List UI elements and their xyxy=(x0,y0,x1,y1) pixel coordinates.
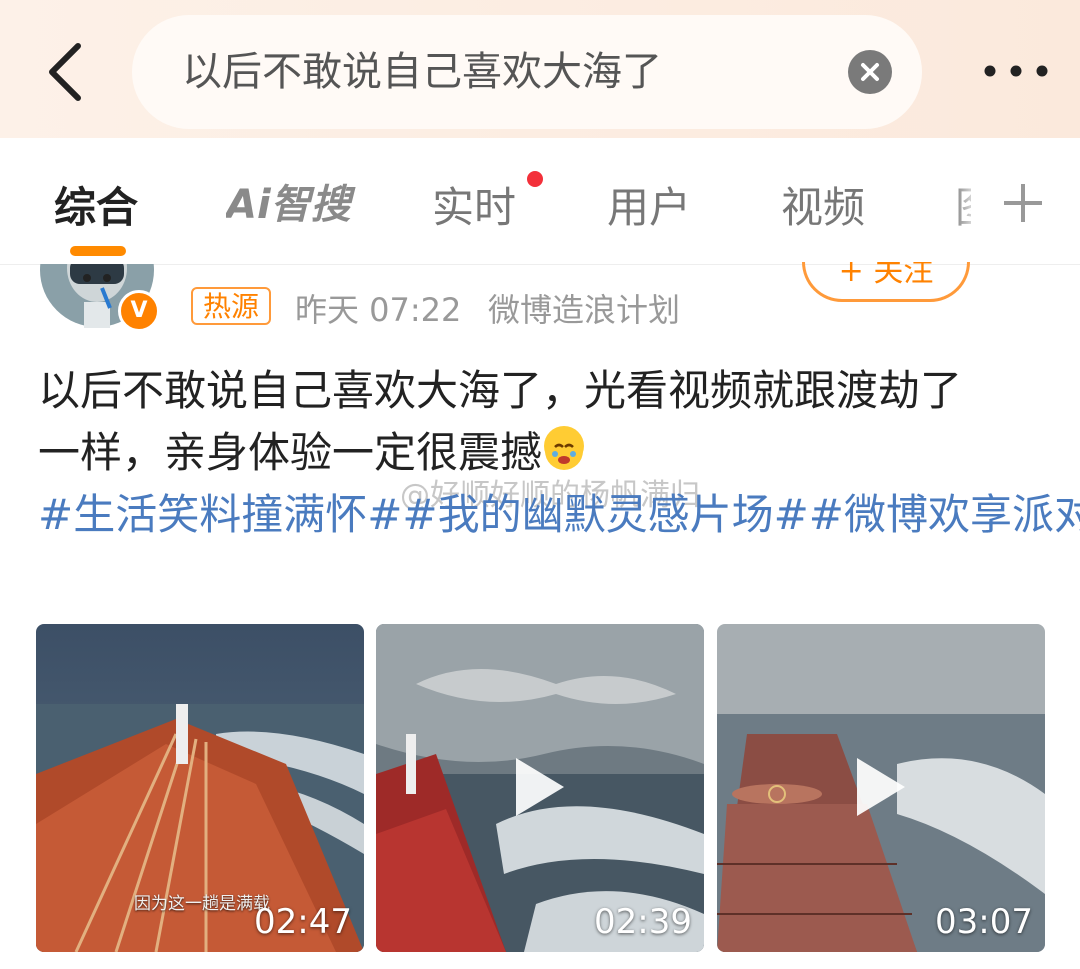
hashtag-link[interactable]: #生活笑料撞满怀# xyxy=(38,490,402,539)
video-duration: 02:47 xyxy=(254,902,352,942)
tab-ai-search[interactable]: Ai智搜 xyxy=(223,178,356,228)
hashtag-link[interactable]: #微博欢享派对# xyxy=(809,490,1080,539)
back-arrow-icon[interactable] xyxy=(38,40,98,104)
tab-videos[interactable]: 视频 xyxy=(781,174,865,235)
video-duration: 03:07 xyxy=(935,902,1033,942)
crying-face-emoji-icon xyxy=(544,426,585,470)
video-thumbnail[interactable]: 03:07 xyxy=(717,624,1045,952)
video-thumbnail[interactable]: 因为这一趟是满载 02:47 xyxy=(36,624,364,952)
post-text-line-1: 以后不敢说自己喜欢大海了，光看视频就跟渡劫了 xyxy=(38,366,963,415)
tab-comprehensive[interactable]: 综合 xyxy=(54,174,138,235)
search-tabs: 综合 Ai智搜 实时 用户 视频 图 xyxy=(0,138,1080,265)
search-query[interactable]: 以后不敢说自己喜欢大海了 xyxy=(182,15,662,129)
post-time: 昨天 07:22 xyxy=(295,291,462,329)
video-caption: 因为这一趟是满载 xyxy=(134,894,270,914)
tab-users[interactable]: 用户 xyxy=(607,174,691,235)
tab-realtime[interactable]: 实时 xyxy=(432,174,516,235)
more-options-icon[interactable] xyxy=(978,48,1054,94)
hashtag-list: #生活笑料撞满怀##我的幽默灵感片场##微博欢享派对# xyxy=(38,484,1080,546)
add-tab-icon[interactable] xyxy=(1000,180,1046,226)
ai-search-logo-text: Ai智搜 xyxy=(226,182,356,228)
active-tab-indicator xyxy=(70,246,126,256)
video-thumbnail[interactable]: 02:39 xyxy=(376,624,704,952)
video-duration: 02:39 xyxy=(594,902,692,942)
follow-button[interactable]: + 关注 xyxy=(802,262,970,302)
post-source[interactable]: 微博造浪计划 xyxy=(488,285,680,331)
search-header: 以后不敢说自己喜欢大海了 xyxy=(0,0,1080,138)
post-body: 以后不敢说自己喜欢大海了，光看视频就跟渡劫了 一样，亲身体验一定很震撼 xyxy=(38,360,1048,484)
tabs-fade xyxy=(952,168,992,238)
search-input[interactable]: 以后不敢说自己喜欢大海了 xyxy=(132,15,922,129)
play-icon[interactable] xyxy=(510,752,570,822)
hashtag-link[interactable]: #我的幽默灵感片场# xyxy=(402,490,808,539)
clear-search-icon[interactable] xyxy=(848,50,892,94)
new-content-dot xyxy=(527,171,543,187)
hot-source-badge: 热源 xyxy=(191,287,272,325)
play-icon[interactable] xyxy=(851,752,911,822)
verified-badge-icon: V xyxy=(118,290,160,332)
